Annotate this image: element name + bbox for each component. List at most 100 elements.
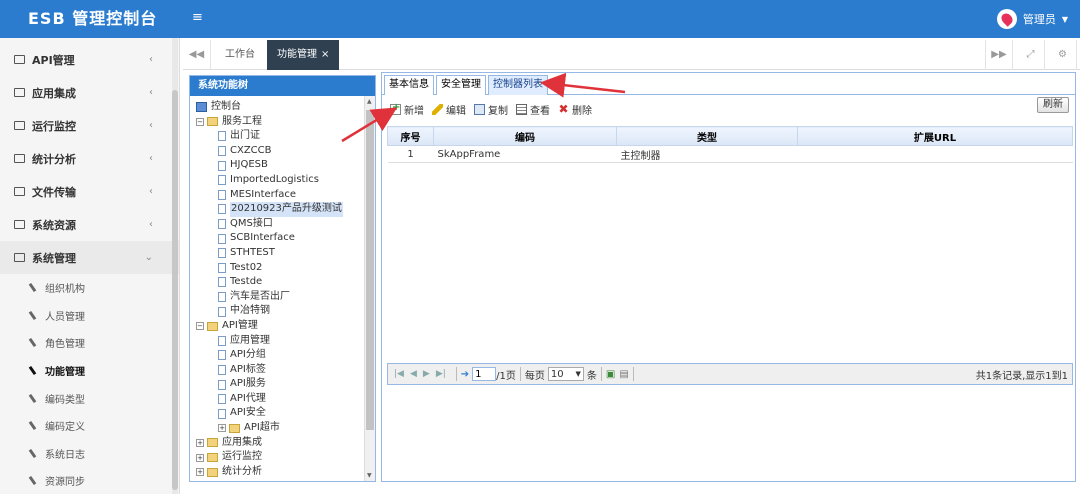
- delete-button[interactable]: ✖ 删除: [558, 102, 592, 117]
- sidebar-item[interactable]: API管理 ‹: [0, 43, 179, 76]
- chevron-left-icon: ‹: [149, 54, 153, 65]
- tab-controller-list[interactable]: 控制器列表: [488, 75, 548, 95]
- tab-security[interactable]: 安全管理: [436, 75, 486, 95]
- hamburger-icon[interactable]: ≡: [192, 10, 206, 26]
- column-header-code[interactable]: 编码: [433, 126, 617, 146]
- tab-scroll-right-icon[interactable]: ▶▶: [985, 40, 1013, 70]
- tree-node[interactable]: STHTEST: [196, 246, 365, 261]
- copy-button[interactable]: 复制: [474, 102, 508, 117]
- document-icon: [218, 335, 226, 346]
- chevron-left-icon: ‹: [149, 153, 153, 164]
- tree-node[interactable]: 出门证: [196, 129, 365, 144]
- fullscreen-icon[interactable]: ⤢: [1017, 40, 1045, 70]
- sidebar-subitem[interactable]: 系统日志: [0, 440, 179, 468]
- refresh-button[interactable]: 刷新: [1037, 97, 1069, 113]
- first-page-icon[interactable]: |◀: [394, 369, 404, 379]
- per-page-unit: 条: [586, 370, 597, 382]
- tree-node[interactable]: 20210923产品升级测试: [196, 202, 365, 217]
- cell-type: 主控制器: [616, 145, 798, 163]
- sidebar-item[interactable]: 文件传输 ‹: [0, 175, 179, 208]
- tree-node[interactable]: API代理: [196, 392, 365, 407]
- tab-function-management[interactable]: 功能管理 ×: [267, 40, 340, 70]
- tree-node[interactable]: Testde: [196, 275, 365, 290]
- tree-node[interactable]: CXZCCB: [196, 144, 365, 159]
- document-icon: [218, 175, 226, 186]
- tree-node[interactable]: Test02: [196, 261, 365, 276]
- tab-workbench[interactable]: 工作台: [215, 40, 265, 70]
- chevron-left-icon: ‹: [149, 186, 153, 197]
- tree-node[interactable]: + 应用集成: [196, 436, 365, 451]
- last-page-icon[interactable]: ▶|: [436, 369, 446, 379]
- tree-node[interactable]: QMS接口: [196, 217, 365, 232]
- sidebar-item[interactable]: 应用集成 ‹: [0, 76, 179, 109]
- tree-node[interactable]: + 统计分析: [196, 465, 365, 480]
- edit-button[interactable]: 编辑: [432, 102, 466, 117]
- expand-icon[interactable]: +: [196, 453, 204, 462]
- column-header-index[interactable]: 序号: [387, 126, 434, 146]
- table-row[interactable]: 1 SkAppFrame 主控制器: [387, 145, 1073, 163]
- tree-scrollbar[interactable]: ▲ ▼: [364, 96, 375, 481]
- sidebar-subitem[interactable]: 编码类型: [0, 384, 179, 412]
- sidebar-subitem[interactable]: 角色管理: [0, 329, 179, 357]
- sidebar-scrollbar[interactable]: [172, 38, 178, 494]
- column-header-type[interactable]: 类型: [616, 126, 798, 146]
- tree-node[interactable]: 应用管理: [196, 334, 365, 349]
- page-tabbar: ◀◀ 工作台 功能管理 × ▶▶ ⤢ ⚙: [183, 40, 1080, 70]
- tree-node[interactable]: HJQESB: [196, 158, 365, 173]
- tree-node[interactable]: 中冶特钢: [196, 304, 365, 319]
- sidebar-item[interactable]: 统计分析 ‹: [0, 142, 179, 175]
- close-icon[interactable]: ×: [321, 49, 329, 60]
- tree-node[interactable]: 汽车是否出厂: [196, 290, 365, 305]
- page-number-input[interactable]: [472, 367, 497, 381]
- list-icon: [516, 103, 527, 115]
- expand-icon[interactable]: +: [218, 424, 226, 433]
- collapse-icon[interactable]: −: [196, 117, 204, 126]
- sidebar-subitem[interactable]: 编码定义: [0, 412, 179, 440]
- tree-node-label: API分组: [230, 349, 266, 361]
- tree-node-label: 出门证: [230, 130, 260, 142]
- collapse-icon[interactable]: −: [196, 322, 204, 331]
- tree-node[interactable]: + API超市: [196, 421, 365, 436]
- user-name: 管理员: [1022, 13, 1056, 26]
- top-header: ESB 管理控制台 ≡ 管理员 ▼: [0, 0, 1080, 38]
- sidebar-item[interactable]: 系统资源 ‹: [0, 208, 179, 241]
- expand-icon[interactable]: +: [196, 468, 204, 477]
- column-header-ext-url[interactable]: 扩展URL: [797, 126, 1073, 146]
- controller-grid: 序号 编码 类型 扩展URL 1 SkAppFrame 主控制器: [387, 126, 1073, 163]
- gear-icon[interactable]: ⚙: [1049, 40, 1077, 70]
- tree-node[interactable]: API安全: [196, 406, 365, 421]
- view-button[interactable]: 查看: [516, 102, 550, 117]
- tree-node[interactable]: API标签: [196, 363, 365, 378]
- tree-node[interactable]: − API管理: [196, 319, 365, 334]
- tree-node[interactable]: 控制台: [196, 100, 365, 115]
- tree-node[interactable]: MESInterface: [196, 188, 365, 203]
- tree-node[interactable]: + 运行监控: [196, 450, 365, 465]
- tree-node[interactable]: − 服务工程: [196, 115, 365, 130]
- next-page-icon[interactable]: ▶: [423, 369, 430, 379]
- controller-panel: 基本信息 安全管理 控制器列表 新增 编辑 复制 查看 ✖删除 刷新 序号 编码…: [381, 72, 1076, 482]
- user-menu[interactable]: 管理员 ▼: [996, 8, 1068, 30]
- tree-node-label: 服务工程: [222, 115, 262, 127]
- chevron-left-icon: ‹: [149, 219, 153, 230]
- go-page-icon[interactable]: ➔: [461, 369, 469, 380]
- tree-node[interactable]: SCBInterface: [196, 231, 365, 246]
- tab-scroll-left-icon[interactable]: ◀◀: [183, 40, 211, 70]
- sidebar-subitem-label: 角色管理: [45, 339, 85, 351]
- sidebar-item[interactable]: 运行监控 ‹: [0, 109, 179, 142]
- prev-page-icon[interactable]: ◀: [410, 369, 417, 379]
- tab-basic-info[interactable]: 基本信息: [384, 75, 434, 95]
- export-excel-icon[interactable]: ▣: [606, 369, 615, 380]
- tree-node[interactable]: ImportedLogistics: [196, 173, 365, 188]
- sidebar-subitem[interactable]: 功能管理: [0, 357, 179, 385]
- per-page-select[interactable]: 10 ▼: [547, 367, 584, 381]
- sidebar-subitem[interactable]: 人员管理: [0, 302, 179, 330]
- tree-node[interactable]: API分组: [196, 348, 365, 363]
- add-button[interactable]: 新增: [390, 102, 424, 117]
- export-doc-icon[interactable]: ▤: [619, 369, 628, 380]
- sidebar-item[interactable]: 系统管理 ⌄: [0, 241, 179, 274]
- sidebar-subitem[interactable]: 组织机构: [0, 274, 179, 302]
- expand-icon[interactable]: +: [196, 438, 204, 447]
- tree-node[interactable]: API服务: [196, 377, 365, 392]
- tree-node-label: Test02: [230, 261, 263, 273]
- sidebar-subitem[interactable]: 资源同步: [0, 467, 179, 494]
